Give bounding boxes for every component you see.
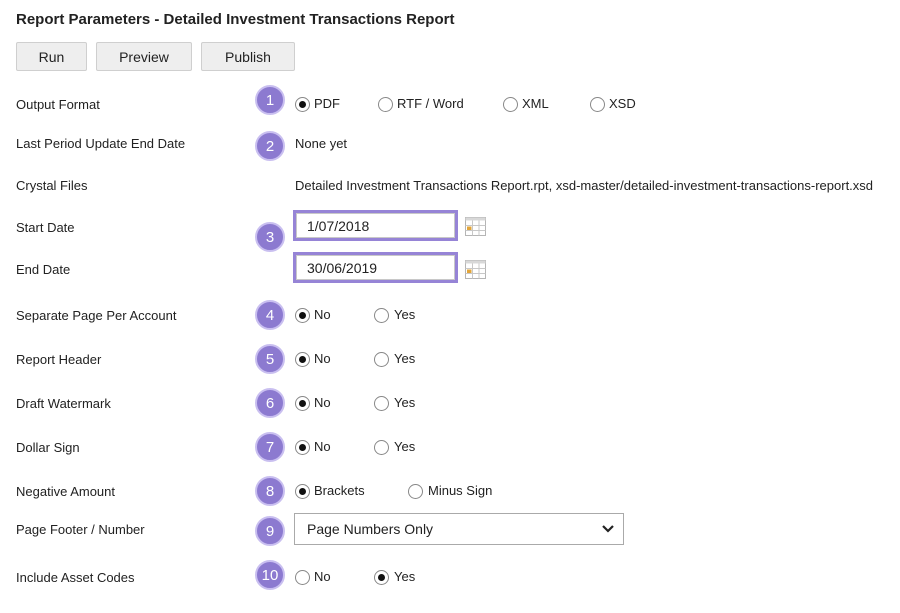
calendar-icon[interactable] bbox=[465, 217, 486, 236]
end-date-label: End Date bbox=[16, 262, 71, 277]
page-footer-select-value: Page Numbers Only bbox=[307, 521, 434, 537]
report-header-no-label: No bbox=[314, 351, 331, 366]
asset-codes-no-label: No bbox=[314, 569, 331, 584]
output-format-xml-label: XML bbox=[522, 96, 549, 111]
last-period-value: None yet bbox=[295, 136, 348, 151]
dollar-sign-label: Dollar Sign bbox=[16, 440, 80, 455]
asset-codes-yes-label: Yes bbox=[394, 569, 416, 584]
output-format-rtf-radio[interactable] bbox=[378, 97, 393, 112]
step-badge-9: 9 bbox=[255, 516, 285, 546]
separate-page-yes-radio[interactable] bbox=[374, 308, 389, 323]
dollar-sign-yes-radio[interactable] bbox=[374, 440, 389, 455]
draft-watermark-no-radio[interactable] bbox=[295, 396, 310, 411]
chevron-down-icon bbox=[602, 525, 614, 533]
output-format-rtf-label: RTF / Word bbox=[397, 96, 464, 111]
step-badge-7: 7 bbox=[255, 432, 285, 462]
preview-button[interactable]: Preview bbox=[96, 42, 192, 71]
output-format-pdf-radio[interactable] bbox=[295, 97, 310, 112]
start-date-input[interactable] bbox=[296, 213, 455, 238]
dollar-sign-no-radio[interactable] bbox=[295, 440, 310, 455]
start-date-label: Start Date bbox=[16, 220, 75, 235]
separate-page-no-label: No bbox=[314, 307, 331, 322]
crystal-files-value: Detailed Investment Transactions Report.… bbox=[295, 178, 874, 193]
step-badge-4: 4 bbox=[255, 300, 285, 330]
separate-page-label: Separate Page Per Account bbox=[16, 308, 177, 323]
dollar-sign-yes-label: Yes bbox=[394, 439, 416, 454]
report-header-label: Report Header bbox=[16, 352, 102, 367]
draft-watermark-no-label: No bbox=[314, 395, 331, 410]
asset-codes-label: Include Asset Codes bbox=[16, 570, 135, 585]
draft-watermark-yes-label: Yes bbox=[394, 395, 416, 410]
publish-button[interactable]: Publish bbox=[201, 42, 295, 71]
asset-codes-no-radio[interactable] bbox=[295, 570, 310, 585]
asset-codes-yes-radio[interactable] bbox=[374, 570, 389, 585]
output-format-pdf-label: PDF bbox=[314, 96, 340, 111]
negative-amount-minus-label: Minus Sign bbox=[428, 483, 493, 498]
report-header-yes-label: Yes bbox=[394, 351, 416, 366]
end-date-input[interactable] bbox=[296, 255, 455, 280]
negative-amount-brackets-radio[interactable] bbox=[295, 484, 310, 499]
end-date-highlight bbox=[293, 252, 458, 283]
step-badge-6: 6 bbox=[255, 388, 285, 418]
separate-page-no-radio[interactable] bbox=[295, 308, 310, 323]
output-format-label: Output Format bbox=[16, 97, 100, 112]
page-title: Report Parameters - Detailed Investment … bbox=[16, 11, 455, 28]
page-footer-select[interactable]: Page Numbers Only bbox=[294, 513, 624, 545]
step-badge-2: 2 bbox=[255, 131, 285, 161]
start-date-highlight bbox=[293, 210, 458, 241]
negative-amount-minus-radio[interactable] bbox=[408, 484, 423, 499]
step-badge-3: 3 bbox=[255, 222, 285, 252]
step-badge-10: 10 bbox=[255, 560, 285, 590]
output-format-xsd-label: XSD bbox=[609, 96, 636, 111]
negative-amount-label: Negative Amount bbox=[16, 484, 116, 499]
report-header-no-radio[interactable] bbox=[295, 352, 310, 367]
step-badge-8: 8 bbox=[255, 476, 285, 506]
separate-page-yes-label: Yes bbox=[394, 307, 416, 322]
negative-amount-brackets-label: Brackets bbox=[314, 483, 365, 498]
calendar-icon[interactable] bbox=[465, 260, 486, 279]
page-footer-label: Page Footer / Number bbox=[16, 522, 145, 537]
draft-watermark-label: Draft Watermark bbox=[16, 396, 111, 411]
draft-watermark-yes-radio[interactable] bbox=[374, 396, 389, 411]
last-period-label: Last Period Update End Date bbox=[16, 136, 186, 151]
crystal-files-label: Crystal Files bbox=[16, 178, 88, 193]
run-button[interactable]: Run bbox=[16, 42, 87, 71]
output-format-xsd-radio[interactable] bbox=[590, 97, 605, 112]
report-header-yes-radio[interactable] bbox=[374, 352, 389, 367]
output-format-xml-radio[interactable] bbox=[503, 97, 518, 112]
step-badge-1: 1 bbox=[255, 85, 285, 115]
dollar-sign-no-label: No bbox=[314, 439, 331, 454]
step-badge-5: 5 bbox=[255, 344, 285, 374]
